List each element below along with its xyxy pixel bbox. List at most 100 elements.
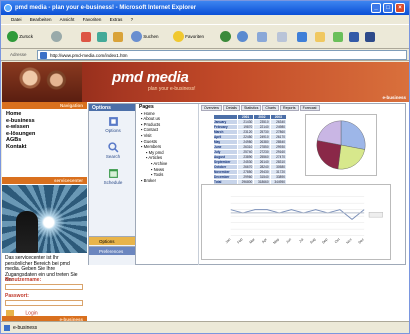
messenger-button[interactable]	[333, 31, 343, 43]
tool-button-b[interactable]	[365, 31, 375, 43]
favorites-button[interactable]: Favoriten	[173, 31, 204, 43]
stop-button[interactable]	[81, 31, 91, 43]
search-icon	[131, 31, 142, 43]
tree-item[interactable]: ▪ Broker	[139, 178, 198, 184]
menu-favoriten[interactable]: Favoriten	[83, 17, 102, 22]
maximize-button[interactable]: □	[383, 3, 393, 13]
table-row: October 26670 28240 30580	[213, 164, 288, 170]
address-input[interactable]: http://www.pmd-media.com/index1.htm	[37, 50, 407, 60]
close-button[interactable]: ×	[395, 3, 405, 13]
username-label: Benutzername:	[5, 277, 42, 283]
menu-extras[interactable]: Extras	[110, 17, 123, 22]
report-tab[interactable]: Overview	[201, 105, 222, 111]
series-line	[230, 209, 365, 221]
username-input[interactable]	[5, 284, 83, 290]
x-tick-label: Jul	[298, 237, 304, 243]
app-nav-options-label: Options	[105, 128, 121, 133]
tree-item-label: Visit	[143, 132, 152, 138]
menu-bearbeiten[interactable]: Bearbeiten	[30, 17, 52, 22]
nav-item-kontakt[interactable]: Kontakt	[6, 144, 35, 151]
table-row: February 19870 22140 24980	[213, 124, 288, 130]
history-button[interactable]	[237, 31, 248, 43]
app-nav-bottom-options[interactable]: Options	[89, 236, 135, 245]
service-image	[2, 185, 87, 253]
minimize-button[interactable]: _	[371, 3, 381, 13]
address-label: Adresse	[10, 52, 27, 57]
media-button[interactable]	[220, 31, 231, 43]
app-nav-schedule[interactable]: Schedule	[97, 168, 129, 185]
back-button[interactable]: Zurück	[7, 31, 33, 43]
address-bar: Adresse http://www.pmd-media.com/index1.…	[1, 49, 409, 61]
report-tab[interactable]: Details	[222, 105, 240, 111]
magnifier-icon	[107, 142, 118, 153]
schedule-icon	[108, 169, 118, 178]
tree-item-label: Home	[143, 110, 155, 116]
options-icon	[108, 117, 118, 126]
back-arrow-icon	[7, 31, 18, 43]
folder-button[interactable]	[315, 31, 325, 43]
x-tick-label: Apr	[261, 237, 268, 244]
site-header: pmd media plan your e-business! e-busine…	[2, 62, 409, 102]
forward-arrow-icon	[51, 31, 62, 43]
status-icon	[4, 325, 10, 331]
ie-icon	[4, 4, 12, 12]
app-nav: Options Options Search Schedule Options …	[89, 104, 136, 265]
report-tab[interactable]: Reports	[279, 105, 299, 111]
tree-item-label: Archive	[153, 160, 168, 166]
history-icon	[237, 31, 248, 43]
stop-icon	[81, 31, 91, 42]
status-text: e-business	[13, 325, 38, 331]
line-chart: Jan Feb Mar Apr May Jun Jul Aug Sep Oct Nov Dec	[201, 184, 391, 260]
tool-button-a[interactable]	[349, 31, 359, 43]
mail-icon	[257, 31, 267, 42]
app-nav-header: Options	[89, 104, 135, 111]
app-nav-search[interactable]: Search	[97, 142, 129, 159]
window-title: pmd media - plan your e-business! - Micr…	[15, 5, 197, 11]
tree-item-label: My pmd	[148, 149, 164, 155]
menu-datei[interactable]: Datei	[11, 17, 22, 22]
refresh-button[interactable]	[97, 31, 107, 43]
edit-icon	[297, 31, 307, 42]
print-icon	[277, 31, 287, 42]
app-nav-bottom-preferences[interactable]: Preferences	[89, 246, 135, 255]
data-table: 2001 2002 2003 January 21430 23510 26340 Febru…	[213, 114, 288, 185]
pie-slice	[340, 120, 366, 150]
x-tick-label: Feb	[237, 237, 244, 244]
report-tab[interactable]: Statistics	[240, 105, 262, 111]
web-page: pmd media plan your e-business! e-busine…	[2, 62, 409, 321]
table-row: January 21430 23510 26340	[213, 119, 288, 125]
person-silhouette	[16, 211, 38, 253]
menu-ansicht[interactable]: Ansicht	[60, 17, 75, 22]
x-tick-label: Aug	[309, 237, 316, 244]
table-row: December 29960 31540 33890	[213, 174, 288, 180]
site-nav: Home e-business e-wissen e-lösungen AGBs…	[6, 111, 35, 150]
site-logo[interactable]: pmd media	[112, 69, 189, 86]
favorites-label: Favoriten	[185, 34, 205, 39]
star-icon	[173, 31, 184, 43]
x-tick-label: Jun	[285, 237, 292, 244]
tree-item-label: News	[153, 166, 165, 172]
header-right-label: e-business	[382, 95, 406, 100]
search-label: Suchen	[143, 34, 159, 39]
report-tab[interactable]: Charts	[262, 105, 279, 111]
print-button[interactable]	[277, 31, 287, 43]
mail-button[interactable]	[257, 31, 267, 43]
table-body: January 21430 23510 26340 February 19870 22140…	[213, 119, 288, 185]
app-nav-schedule-label: Schedule	[103, 180, 123, 185]
tree-item-label: Guests	[143, 138, 157, 144]
password-label: Passwort:	[5, 293, 29, 299]
app-nav-options[interactable]: Options	[97, 116, 129, 133]
forward-button[interactable]	[51, 31, 62, 43]
tool-b-icon	[365, 31, 375, 42]
edit-button[interactable]	[297, 31, 307, 43]
pie-slice	[316, 140, 342, 170]
x-tick-label: Mar	[249, 237, 257, 245]
menu-help[interactable]: ?	[131, 17, 134, 22]
toolbar: Zurück Suchen Favoriten	[1, 24, 409, 49]
password-input[interactable]	[5, 300, 83, 306]
x-tick-label: Oct	[334, 237, 341, 244]
report-tab[interactable]: Forecast	[299, 105, 320, 111]
search-button[interactable]: Suchen	[131, 31, 159, 43]
home-button[interactable]	[113, 31, 123, 43]
x-tick-label: Nov	[346, 237, 353, 244]
